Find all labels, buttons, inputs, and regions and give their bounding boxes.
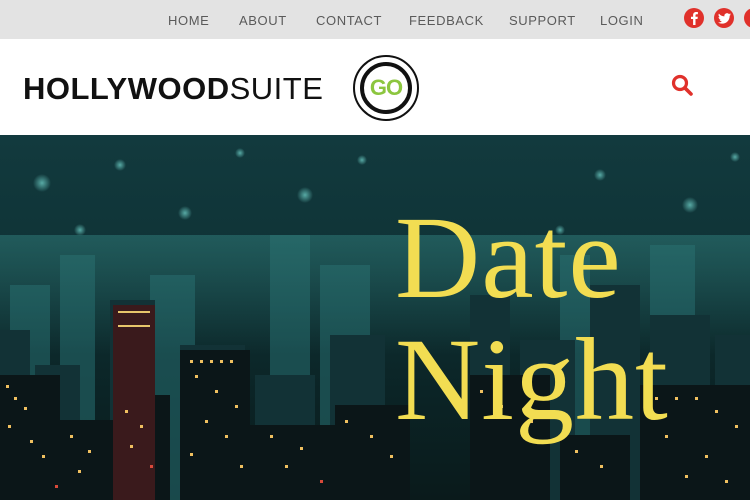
hero-title-line-1: Date [395,192,622,323]
site-header: HOLLYWOODSUITE GO [0,39,750,135]
hollywoodsuite-logo[interactable]: HOLLYWOODSUITE [23,73,323,104]
nav-about-link[interactable]: ABOUT [239,13,287,28]
nav-support-link[interactable]: SUPPORT [509,13,576,28]
hero-title: Date Night [395,197,669,441]
search-icon[interactable] [670,73,696,99]
nav-login-link[interactable]: LOGIN [600,13,643,28]
facebook-icon[interactable] [684,8,704,28]
hero-title-line-2: Night [395,314,669,445]
logo-bold-text: HOLLYWOOD [23,71,230,106]
twitter-icon[interactable] [714,8,734,28]
logo-light-text: SUITE [229,71,324,106]
top-utility-bar: HOME ABOUT CONTACT FEEDBACK SUPPORT LOGI… [0,0,750,39]
go-badge-text: GO [369,75,403,100]
hero-banner[interactable]: Date Night [0,135,750,500]
nav-contact-link[interactable]: CONTACT [316,13,382,28]
go-badge-logo[interactable]: GO [353,55,419,121]
nav-home-link[interactable]: HOME [168,13,209,28]
go-badge-ring: GO [360,62,412,114]
nav-feedback-link[interactable]: FEEDBACK [409,13,484,28]
partially-visible-social-icon[interactable] [744,8,750,28]
